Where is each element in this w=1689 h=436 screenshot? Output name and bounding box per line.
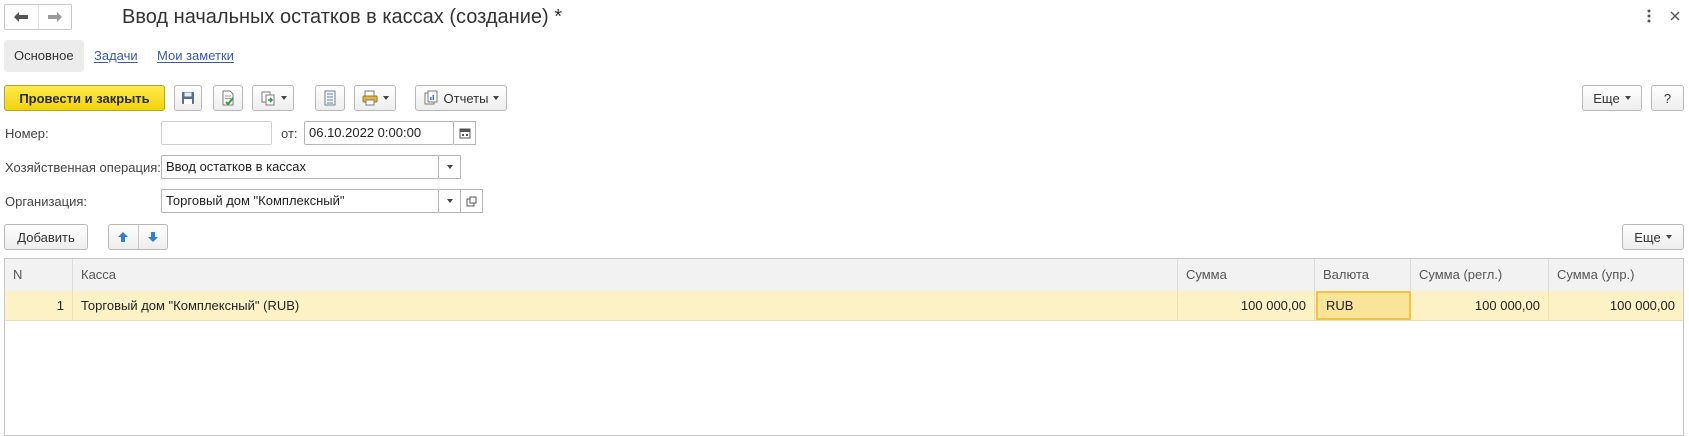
kebab-menu-icon [1647,9,1651,23]
tab-tasks[interactable]: Задачи [94,40,138,72]
column-header-n[interactable]: N [5,259,73,291]
move-down-icon [147,232,158,242]
forward-button[interactable] [37,5,72,29]
cell-summa-upr[interactable]: 100 000,00 [1549,291,1683,320]
move-up-icon [118,232,129,242]
help-button[interactable]: ? [1651,85,1684,111]
cell-valuta[interactable]: RUB [1316,291,1411,320]
cell-summa-regl[interactable]: 100 000,00 [1411,291,1549,320]
table-row[interactable]: 1 Торговый дом "Комплексный" (RUB) 100 0… [5,291,1683,321]
cell-n[interactable]: 1 [5,291,73,320]
dropdown-arrow-icon [446,165,453,169]
number-input[interactable] [161,121,272,145]
chevron-down-icon [493,96,500,100]
add-row-label: Добавить [17,229,75,245]
cell-kassa[interactable]: Торговый дом "Комплексный" (RUB) [73,291,1178,320]
operation-select[interactable]: Ввод остатков в кассах [161,155,439,179]
cell-summa[interactable]: 100 000,00 [1178,291,1315,320]
operation-dropdown-button[interactable] [439,155,461,179]
dropdown-arrow-icon [446,199,453,203]
close-button[interactable] [1664,6,1686,26]
organization-dropdown-button[interactable] [439,189,461,213]
chevron-down-icon [1665,235,1672,239]
column-header-summa-regl[interactable]: Сумма (регл.) [1411,259,1549,291]
floppy-disk-icon [182,92,194,104]
column-header-valuta[interactable]: Валюта [1315,259,1411,291]
add-row-button[interactable]: Добавить [4,224,88,250]
cash-balances-table: N Касса Сумма Валюта Сумма (регл.) Сумма… [4,258,1684,436]
number-label: Номер: [5,126,49,141]
post-button[interactable] [213,85,243,111]
column-header-summa[interactable]: Сумма [1178,259,1315,291]
more-actions-label: Еще [1593,90,1620,106]
post-and-close-button[interactable]: Провести и закрыть [4,85,165,111]
tab-main[interactable]: Основное [4,40,84,72]
calendar-icon [459,128,470,139]
help-label: ? [1663,90,1672,106]
create-based-on-icon [261,91,274,106]
post-document-icon [222,90,234,106]
document-structure-button[interactable] [315,85,345,111]
print-icon [362,90,377,106]
window-title: Ввод начальных остатков в кассах (создан… [122,6,562,28]
close-icon [1670,11,1680,21]
organization-select[interactable]: Торговый дом "Комплексный" [161,189,439,213]
reports-label: Отчеты [443,90,489,106]
move-up-button[interactable] [109,225,139,249]
print-button[interactable] [354,85,396,111]
navigation-group [4,4,72,30]
move-down-button[interactable] [139,225,168,249]
column-header-kassa[interactable]: Касса [73,259,1178,291]
table-more-label: Еще [1634,229,1661,245]
organization-label: Организация: [5,194,88,209]
reports-button[interactable]: Отчеты [415,85,507,111]
date-input[interactable]: 06.10.2022 0:00:00 [304,121,454,145]
document-structure-icon [324,90,336,106]
arrow-right-icon [47,12,62,22]
back-button[interactable] [5,5,38,29]
more-actions-button[interactable]: Еще [1582,85,1642,111]
open-form-icon [466,196,477,206]
organization-open-button[interactable] [461,189,483,213]
calendar-button[interactable] [454,121,476,145]
operation-label: Хозяйственная операция: [5,160,161,175]
move-buttons-group [108,224,168,250]
post-and-close-label: Провести и закрыть [19,90,150,106]
chevron-down-icon [1624,96,1631,100]
reports-icon [424,90,438,105]
table-header: N Касса Сумма Валюта Сумма (регл.) Сумма… [5,259,1683,292]
more-menu-button[interactable] [1638,6,1660,26]
create-based-on-button[interactable] [252,85,294,111]
date-label: от: [281,126,298,141]
save-button[interactable] [174,85,202,111]
chevron-down-icon [280,96,287,100]
chevron-down-icon [382,96,389,100]
arrow-left-icon [14,12,29,22]
table-more-button[interactable]: Еще [1622,224,1684,250]
tab-my-notes[interactable]: Мои заметки [157,40,234,72]
column-header-summa-upr[interactable]: Сумма (упр.) [1549,259,1683,291]
